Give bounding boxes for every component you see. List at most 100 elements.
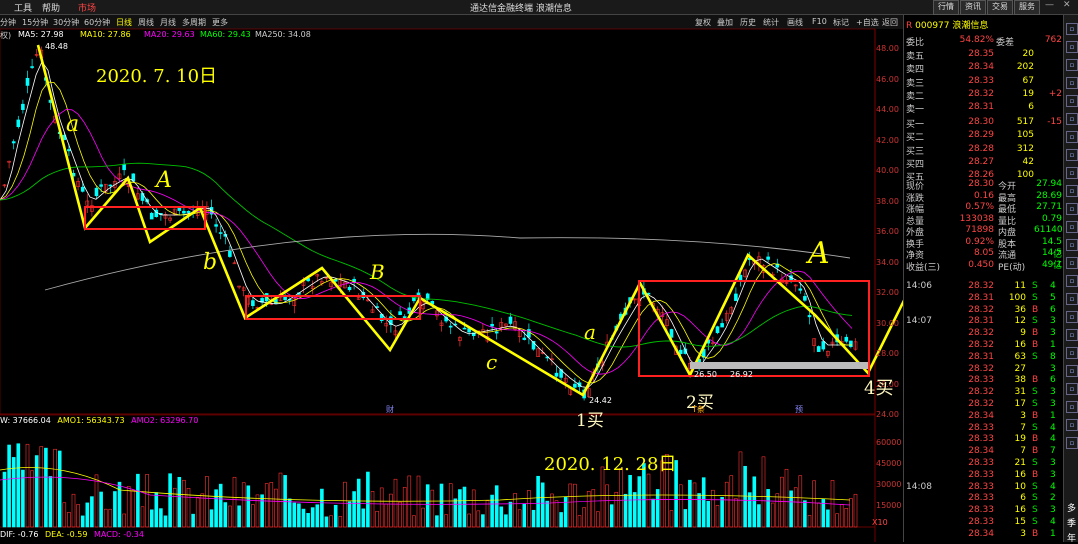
- order-level-label: 买一: [906, 120, 925, 130]
- sidebar-label[interactable]: 多: [1067, 501, 1076, 514]
- tick-side: S: [1032, 517, 1038, 527]
- dif-value: DIF: -0.76: [0, 530, 39, 539]
- sidebar-tool-icon[interactable]: ▫: [1066, 401, 1078, 413]
- sidebar-tool-icon[interactable]: ▫: [1066, 185, 1078, 197]
- tick-count: 1: [1050, 340, 1056, 350]
- sidebar-tool-icon[interactable]: ▫: [1066, 329, 1078, 341]
- bid-row[interactable]: 买一 28.30 517 -15: [904, 117, 1064, 130]
- sidebar-label[interactable]: 季: [1067, 516, 1076, 529]
- stat-value: 0.92%: [965, 236, 994, 247]
- order-volume: 105: [1016, 130, 1034, 141]
- sidebar-tool-icon[interactable]: ▫: [1066, 437, 1078, 449]
- stock-name[interactable]: 浪潮信息: [952, 21, 988, 31]
- ask-row[interactable]: 卖五 28.35 20: [904, 49, 1064, 62]
- sidebar-label[interactable]: 年: [1067, 531, 1076, 544]
- macd-value: MACD: -0.34: [94, 530, 144, 539]
- sidebar-tool-icon[interactable]: ▫: [1066, 311, 1078, 323]
- tick-row: 28.32 31 S 3: [904, 387, 1064, 398]
- tick-row: 28.32 16 B 1: [904, 340, 1064, 351]
- quote-button[interactable]: 行情: [933, 0, 959, 15]
- tick-price: 28.31: [968, 316, 994, 327]
- order-price: 28.31: [968, 102, 994, 113]
- sidebar-tool-icon[interactable]: ▫: [1066, 131, 1078, 143]
- tick-time: 14:06: [906, 281, 932, 291]
- tick-count: 4: [1050, 434, 1056, 445]
- tick-row: 28.34 3 B 1: [904, 529, 1064, 540]
- tick-price: 28.33: [968, 434, 994, 445]
- ask-row[interactable]: 卖二 28.32 19 +2: [904, 88, 1064, 102]
- news-button[interactable]: 资讯: [960, 0, 986, 15]
- sidebar-tool-icon[interactable]: ▫: [1066, 221, 1078, 233]
- stat-value: 0.16: [973, 190, 994, 201]
- sidebar-tool-icon[interactable]: ▫: [1066, 293, 1078, 305]
- tick-count: 4: [1050, 422, 1056, 433]
- service-button[interactable]: 服务: [1014, 0, 1040, 15]
- tick-price: 28.31: [968, 351, 994, 362]
- sidebar-tool-icon[interactable]: ▫: [1066, 275, 1078, 287]
- tick-price: 28.34: [968, 410, 994, 421]
- tick-row: 28.34 3 B 1: [904, 411, 1064, 422]
- order-change: +2: [1048, 88, 1062, 99]
- weicha-value: 762: [1044, 35, 1062, 45]
- tick-row: 28.32 17 S 3: [904, 399, 1064, 410]
- sidebar-tool-icon[interactable]: ▫: [1066, 59, 1078, 71]
- tick-price: 28.33: [968, 493, 994, 504]
- tick-side: S: [1032, 493, 1038, 504]
- order-volume: 202: [1016, 62, 1034, 73]
- tick-volume: 7: [1020, 446, 1026, 457]
- stat-row: 现价 28.30 今开 27.94: [904, 179, 1064, 192]
- event-mark-2[interactable]: T条: [692, 404, 705, 415]
- trade-button[interactable]: 交易: [987, 0, 1013, 15]
- bid-row[interactable]: 买四 28.27 42: [904, 156, 1064, 170]
- sidebar-tool-icon[interactable]: ▫: [1066, 41, 1078, 53]
- tick-price: 28.33: [968, 505, 994, 516]
- date-annotation-2: 2020. 12. 28日: [544, 454, 677, 475]
- sidebar-tool-icon[interactable]: ▫: [1066, 347, 1078, 359]
- tick-row: 14:06 28.32 11 S 4: [904, 281, 1064, 292]
- order-price: 28.27: [968, 156, 994, 167]
- tick-row: 28.31 100 S 5: [904, 293, 1064, 304]
- sidebar-tool-icon[interactable]: ▫: [1066, 365, 1078, 377]
- sidebar-tool-icon[interactable]: ▫: [1066, 383, 1078, 395]
- bid-row[interactable]: 买三 28.28 312: [904, 144, 1064, 157]
- sidebar-tool-icon[interactable]: ▫: [1066, 203, 1078, 215]
- low-price-label-1: 24.42: [589, 396, 612, 405]
- bid-row[interactable]: 买二 28.29 105: [904, 130, 1064, 143]
- close-icon[interactable]: ✕: [1063, 0, 1071, 10]
- stat-value: 8.05: [973, 248, 994, 258]
- tick-count: 6: [1050, 375, 1056, 386]
- tick-side: B: [1032, 328, 1039, 339]
- tick-side: S: [1032, 422, 1038, 433]
- tick-side: B: [1032, 304, 1039, 315]
- volume-legend: W: 37666.04 AMO1: 56343.73 AMO2: 63296.7…: [0, 416, 198, 425]
- minimize-icon[interactable]: —: [1045, 0, 1054, 10]
- tick-count: 1: [1050, 528, 1056, 539]
- tick-row: 28.34 7 B 7: [904, 446, 1064, 457]
- tick-volume: 12: [1014, 316, 1026, 327]
- tick-price: 28.32: [968, 399, 994, 409]
- tick-count: 7: [1050, 446, 1056, 457]
- wave-b-label: b: [203, 250, 218, 275]
- tick-count: 6: [1050, 304, 1056, 315]
- sidebar-tool-icon[interactable]: ▫: [1066, 23, 1078, 35]
- event-mark-3[interactable]: 预: [795, 404, 803, 415]
- stat-row: 涨幅 0.57% 最低 27.71: [904, 202, 1064, 215]
- tick-count: 3: [1050, 316, 1056, 327]
- event-mark-1[interactable]: 财: [386, 404, 394, 415]
- tick-row: 28.33 38 B 6: [904, 375, 1064, 386]
- tick-count: 3: [1050, 363, 1056, 374]
- sidebar-tool-icon[interactable]: ▫: [1066, 95, 1078, 107]
- sidebar-tool-icon[interactable]: ▫: [1066, 149, 1078, 161]
- ask-row[interactable]: 卖一 28.31 6: [904, 102, 1064, 115]
- stock-code[interactable]: 000977: [915, 21, 949, 31]
- tick-count: 2: [1050, 493, 1056, 504]
- sidebar-tool-icon[interactable]: ▫: [1066, 257, 1078, 269]
- sidebar-tool-icon[interactable]: ▫: [1066, 77, 1078, 89]
- sidebar-tool-icon[interactable]: ▫: [1066, 239, 1078, 251]
- order-price: 28.32: [968, 88, 994, 99]
- sidebar-tool-icon[interactable]: ▫: [1066, 113, 1078, 125]
- sidebar-tool-icon[interactable]: ▫: [1066, 167, 1078, 179]
- ask-row[interactable]: 卖三 28.33 67: [904, 76, 1064, 89]
- sidebar-tool-icon[interactable]: ▫: [1066, 419, 1078, 431]
- ask-row[interactable]: 卖四 28.34 202: [904, 62, 1064, 75]
